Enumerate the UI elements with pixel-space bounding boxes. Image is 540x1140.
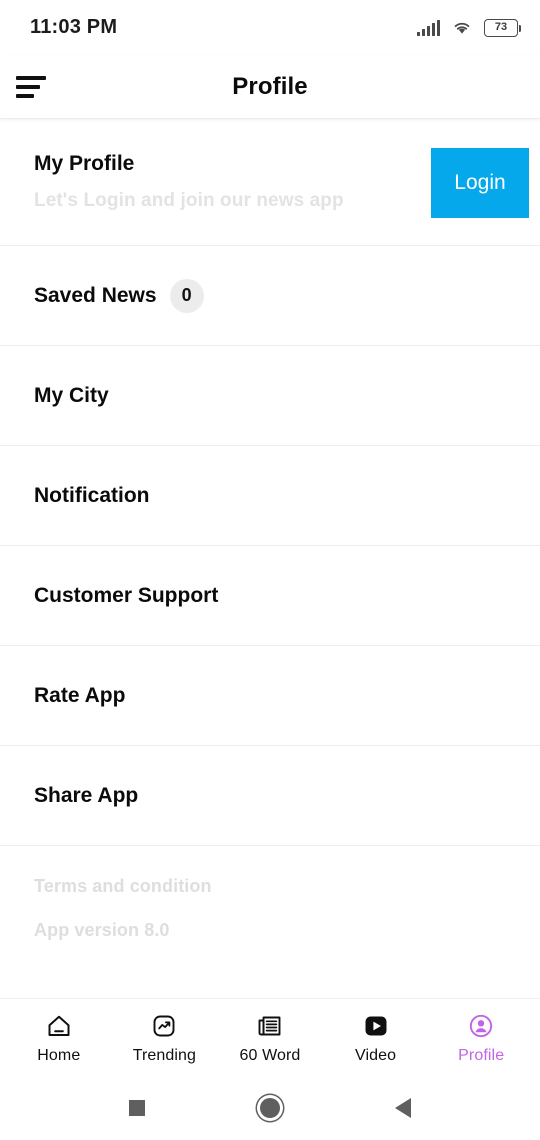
home-icon [44, 1011, 74, 1041]
saved-news-count-badge: 0 [169, 278, 204, 313]
tab-60-word[interactable]: 60 Word [217, 1011, 323, 1065]
menu-item-label: Customer Support [34, 583, 219, 607]
terms-and-condition-link[interactable]: Terms and condition [34, 876, 540, 897]
app-bar: Profile [0, 55, 540, 119]
android-nav-bar [0, 1076, 540, 1140]
tab-video[interactable]: Video [323, 1011, 429, 1065]
newspaper-icon [255, 1011, 285, 1041]
bottom-tab-bar: Home Trending 60 Word Video Profile [0, 998, 540, 1076]
menu-item-label: My City [34, 383, 109, 407]
tab-home[interactable]: Home [6, 1011, 112, 1065]
tab-label: 60 Word [239, 1046, 301, 1064]
triangle-back-icon[interactable] [383, 1088, 423, 1128]
content-area: My Profile Let's Login and join our news… [0, 119, 540, 998]
wifi-icon [451, 19, 473, 36]
tab-label: Video [355, 1046, 397, 1064]
footer-links: Terms and condition App version 8.0 [0, 846, 540, 998]
tab-label: Home [37, 1046, 81, 1064]
page-title: Profile [232, 72, 308, 100]
menu-item-my-city[interactable]: My City [0, 346, 540, 446]
menu-item-label: Share App [34, 783, 139, 807]
menu-item-customer-support[interactable]: Customer Support [0, 546, 540, 646]
phone-screen: 11:03 PM 73 Profile My Profile Let's Log… [0, 0, 540, 1140]
battery-icon: 73 [484, 18, 522, 37]
menu-item-saved-news[interactable]: Saved News 0 [0, 246, 540, 346]
person-circle-icon [466, 1011, 496, 1041]
status-bar-icons: 73 [417, 18, 522, 37]
menu-item-label: Notification [34, 483, 150, 507]
hamburger-menu-icon[interactable] [14, 74, 48, 100]
signal-bars-icon [417, 19, 440, 36]
status-bar: 11:03 PM 73 [0, 0, 540, 55]
video-play-icon [361, 1011, 391, 1041]
tab-label: Profile [458, 1046, 505, 1064]
trending-icon [149, 1011, 179, 1041]
status-bar-time: 11:03 PM [30, 16, 118, 38]
menu-item-notification[interactable]: Notification [0, 446, 540, 546]
app-version-text: App version 8.0 [34, 920, 170, 940]
circle-home-icon[interactable] [250, 1088, 290, 1128]
my-profile-row[interactable]: My Profile Let's Login and join our news… [0, 119, 540, 246]
menu-item-rate-app[interactable]: Rate App [0, 646, 540, 746]
tab-label: Trending [132, 1046, 197, 1064]
battery-level-text: 73 [494, 21, 508, 33]
tab-profile[interactable]: Profile [428, 1011, 534, 1065]
tab-trending[interactable]: Trending [112, 1011, 218, 1065]
menu-item-label: Rate App [34, 683, 126, 707]
menu-item-label: Saved News [34, 283, 157, 307]
menu-item-share-app[interactable]: Share App [0, 746, 540, 846]
square-recents-icon[interactable] [117, 1088, 157, 1128]
login-button[interactable]: Login [431, 148, 529, 218]
